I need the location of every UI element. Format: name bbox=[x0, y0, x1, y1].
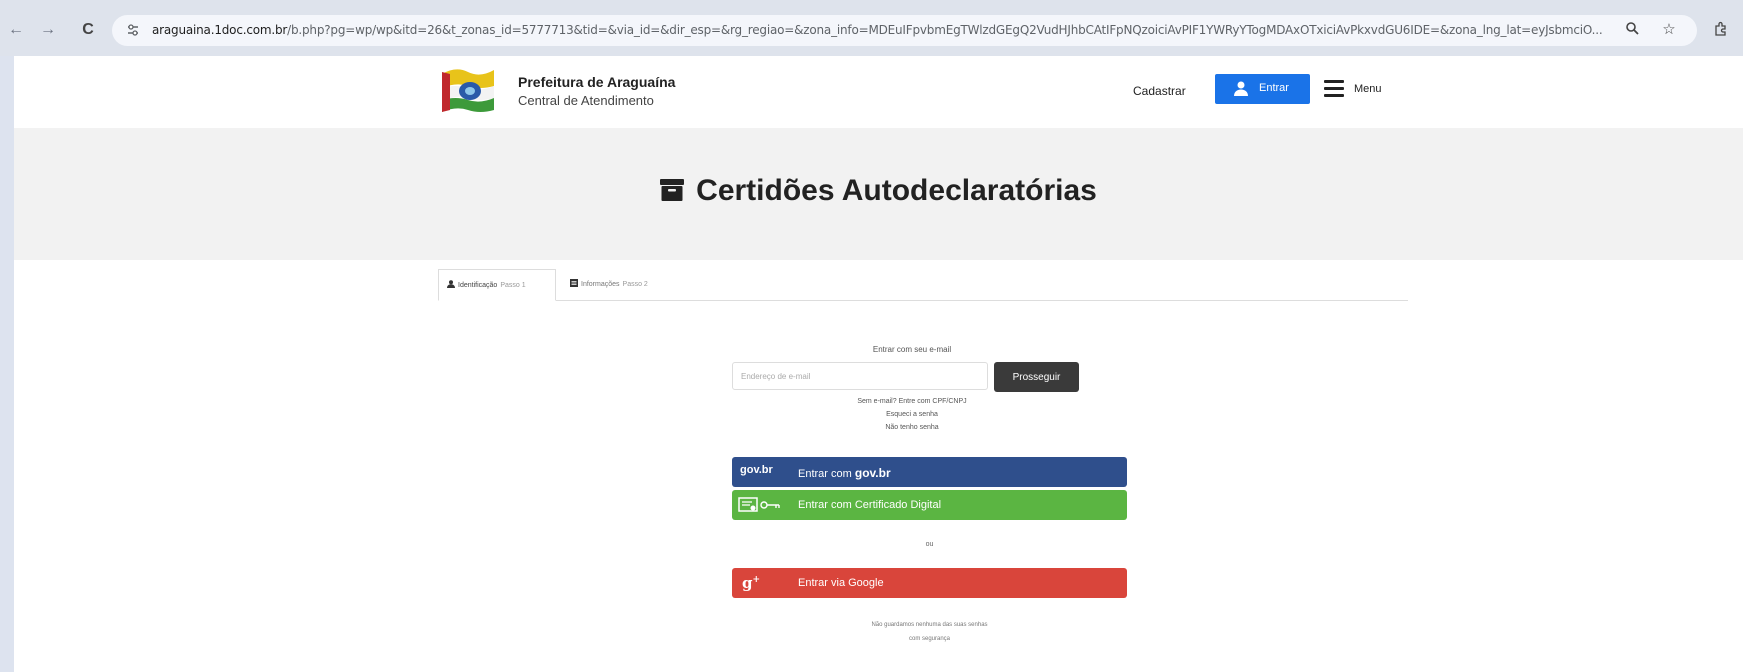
page-title-text: Certidões Autodeclaratórias bbox=[696, 174, 1097, 207]
page-title: Certidões Autodeclaratórias bbox=[14, 174, 1743, 208]
tab-label: Identificação bbox=[458, 282, 498, 289]
login-label: Entrar bbox=[1259, 82, 1289, 94]
tab-step: Passo 2 bbox=[622, 281, 648, 288]
google-login-button[interactable]: g+ Entrar via Google bbox=[732, 568, 1127, 598]
govbr-login-button[interactable]: gov.br Entrar com gov.br bbox=[732, 457, 1127, 487]
or-separator: ou bbox=[925, 541, 934, 548]
url-path: /b.php?pg=wp/wp&itd=26&t_zonas_id=577771… bbox=[287, 23, 1602, 37]
tab-step: Passo 1 bbox=[500, 282, 526, 289]
site-subtitle: Central de Atendimento bbox=[518, 93, 654, 108]
url-host: araguaina.1doc.com.br bbox=[152, 23, 288, 37]
google-login-label: Entrar via Google bbox=[798, 577, 884, 589]
menu-label: Menu bbox=[1354, 83, 1382, 95]
govbr-logo: gov.br bbox=[740, 464, 773, 476]
step-tabs: Identificação Passo 1 Informações Passo 2 bbox=[438, 269, 1408, 301]
archive-icon bbox=[660, 175, 685, 201]
email-input[interactable] bbox=[732, 362, 988, 390]
email-login-title: Entrar com seu e-mail bbox=[872, 345, 952, 354]
forgot-password-link[interactable]: Esqueci a senha bbox=[732, 411, 1092, 418]
web-page: Prefeitura de Araguaína Central de Atend… bbox=[14, 56, 1743, 672]
browser-toolbar: ← → C araguaina.1doc.com.br/b.php?pg=wp/… bbox=[0, 0, 1743, 56]
zoom-icon[interactable] bbox=[1622, 21, 1642, 41]
no-password-link[interactable]: Não tenho senha bbox=[732, 424, 1092, 431]
list-icon bbox=[570, 270, 578, 287]
cpf-login-link[interactable]: Sem e-mail? Entre com CPF/CNPJ bbox=[732, 398, 1092, 405]
continue-button[interactable]: Prosseguir bbox=[994, 362, 1079, 392]
bookmark-star-icon[interactable]: ☆ bbox=[1659, 20, 1679, 40]
forward-icon[interactable]: → bbox=[38, 20, 58, 40]
user-icon bbox=[1233, 80, 1249, 96]
login-button[interactable]: Entrar bbox=[1215, 74, 1310, 104]
certificate-login-button[interactable]: Entrar com Certificado Digital bbox=[732, 490, 1127, 520]
register-link[interactable]: Cadastrar bbox=[1133, 84, 1186, 98]
govbr-login-label: Entrar com gov.br bbox=[798, 466, 891, 480]
reload-icon[interactable]: C bbox=[78, 20, 98, 40]
security-note: Não guardamos nenhuma das suas senhas bbox=[871, 622, 988, 628]
address-bar[interactable]: araguaina.1doc.com.br/b.php?pg=wp/wp&itd… bbox=[112, 15, 1697, 46]
back-icon[interactable]: ← bbox=[6, 20, 26, 40]
tab-identificacao[interactable]: Identificação Passo 1 bbox=[438, 269, 556, 301]
flag-logo[interactable] bbox=[438, 64, 496, 114]
site-info-icon[interactable] bbox=[126, 23, 140, 37]
security-note-2: com segurança bbox=[908, 636, 951, 642]
site-header: Prefeitura de Araguaína Central de Atend… bbox=[14, 56, 1743, 128]
user-icon bbox=[447, 271, 455, 288]
hamburger-icon bbox=[1324, 80, 1344, 98]
tab-informacoes[interactable]: Informações Passo 2 bbox=[564, 269, 674, 301]
tab-label: Informações bbox=[581, 281, 620, 288]
menu-button[interactable]: Menu bbox=[1324, 78, 1404, 102]
certificate-icon bbox=[738, 497, 786, 513]
certificate-login-label: Entrar com Certificado Digital bbox=[798, 499, 942, 511]
extensions-icon[interactable] bbox=[1712, 21, 1730, 39]
site-title[interactable]: Prefeitura de Araguaína bbox=[518, 74, 675, 90]
url-text[interactable]: araguaina.1doc.com.br/b.php?pg=wp/wp&itd… bbox=[152, 23, 1602, 39]
page-hero: Certidões Autodeclaratórias bbox=[14, 128, 1743, 260]
google-plus-icon: g+ bbox=[742, 574, 761, 592]
